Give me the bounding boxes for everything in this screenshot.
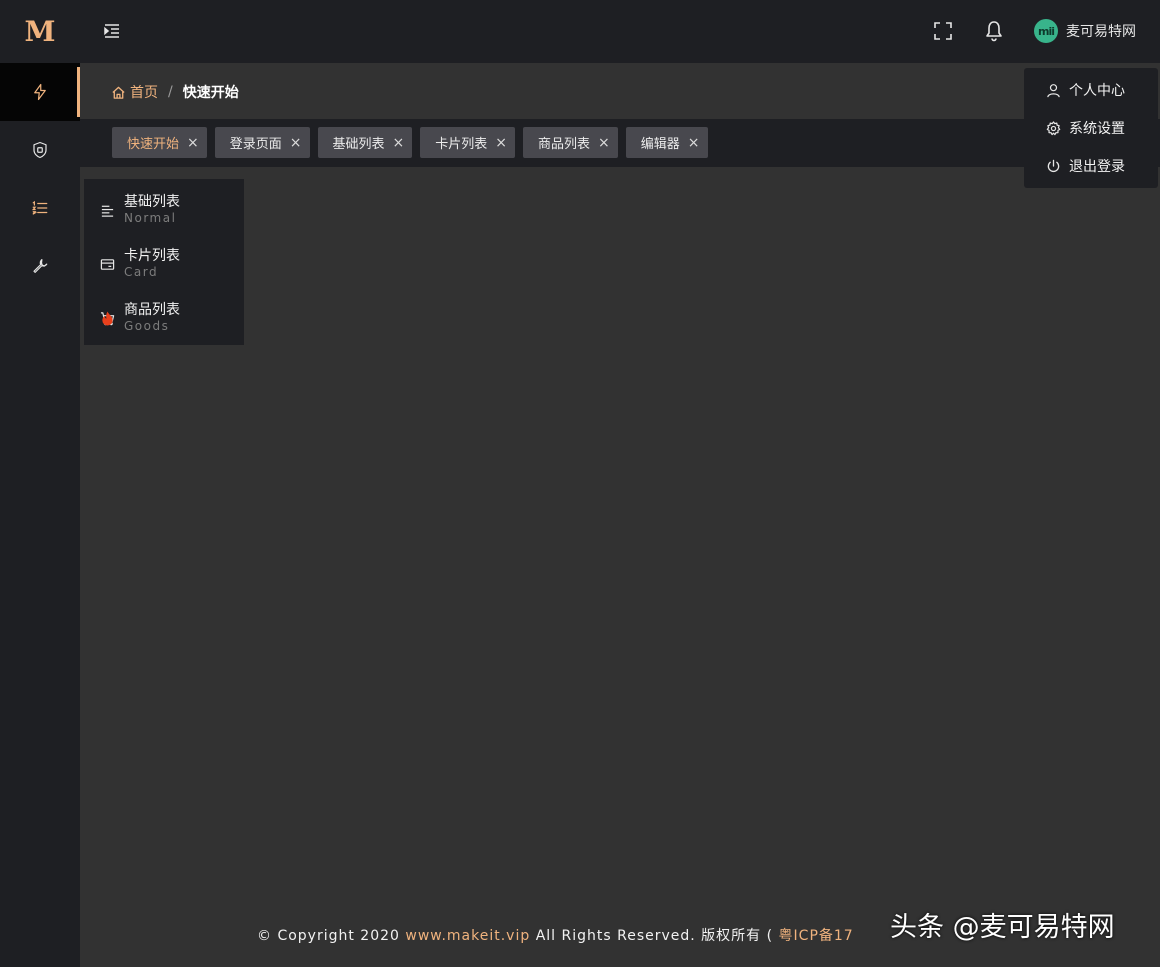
submenu-item-goods-list[interactable]: 商品列表 Goods [84, 298, 244, 352]
submenu-item-title: 商品列表 [124, 302, 180, 318]
gear-icon [1046, 120, 1061, 135]
tab-label: 登录页面 [229, 137, 282, 152]
submenu-item-basic-list[interactable]: 基础列表 Normal [84, 190, 244, 244]
dropdown-item-profile[interactable]: 个人中心 [1024, 71, 1158, 109]
user-name[interactable]: 麦可易特网 [1066, 21, 1136, 41]
fire-icon [102, 311, 113, 326]
breadcrumb-separator: / [168, 84, 173, 100]
dropdown-item-settings[interactable]: 系统设置 [1024, 109, 1158, 147]
sidebar-item-quick-start[interactable] [0, 63, 80, 121]
ordered-list-icon [31, 200, 48, 215]
top-header: mii 麦可易特网 [80, 0, 1160, 63]
submenu-item-subtitle: Normal [124, 211, 177, 225]
wrench-icon [33, 259, 48, 273]
tab-label: 卡片列表 [435, 137, 488, 152]
sidebar-item-list[interactable] [0, 179, 80, 237]
user-icon [1047, 83, 1060, 97]
fullscreen-icon[interactable] [933, 21, 953, 41]
footer-rights: All Rights Reserved. 版权所有 ( [530, 928, 779, 944]
close-icon[interactable]: × [187, 135, 199, 151]
dropdown-item-label: 个人中心 [1069, 83, 1125, 99]
lightning-icon [34, 83, 46, 101]
sidebar-item-security[interactable] [0, 121, 80, 179]
tab-editor[interactable]: 编辑器 × [625, 127, 708, 158]
close-icon[interactable]: × [290, 135, 302, 151]
sidebar: M [0, 0, 80, 967]
tab-label: 快速开始 [127, 137, 180, 152]
tab-list: 快速开始 × 登录页面 × 基础列表 × 卡片列表 × 商品列表 × 编辑器 × [112, 127, 716, 158]
close-icon[interactable]: × [598, 135, 610, 151]
breadcrumb: 首页 / 快速开始 [111, 82, 239, 102]
submenu-item-subtitle: Card [124, 265, 159, 279]
tab-goods-list[interactable]: 商品列表 × [523, 127, 618, 158]
align-left-icon [101, 205, 114, 217]
close-icon[interactable]: × [688, 135, 700, 151]
credit-card-icon [100, 259, 115, 270]
submenu-item-subtitle: Goods [124, 319, 170, 333]
footer-site-link[interactable]: www.makeit.vip [405, 928, 530, 944]
tab-label: 商品列表 [538, 137, 591, 152]
breadcrumb-current: 快速开始 [182, 85, 239, 101]
user-dropdown: 个人中心 系统设置 退出登录 [1024, 68, 1158, 188]
avatar[interactable]: mii [1034, 19, 1058, 43]
tab-card-list[interactable]: 卡片列表 × [420, 127, 515, 158]
tab-quick-start[interactable]: 快速开始 × [112, 127, 207, 158]
watermark: 头条 @麦可易特网 [890, 912, 1115, 943]
tab-login-page[interactable]: 登录页面 × [214, 127, 310, 158]
bell-icon[interactable] [984, 20, 1004, 42]
home-icon [112, 86, 125, 99]
submenu-item-card-list[interactable]: 卡片列表 Card [84, 244, 244, 298]
shield-icon [33, 141, 47, 159]
close-icon[interactable]: × [393, 135, 405, 151]
tab-label: 基础列表 [332, 137, 385, 152]
dropdown-item-logout[interactable]: 退出登录 [1024, 147, 1158, 185]
footer: © Copyright 2020 www.makeit.vip All Righ… [257, 925, 854, 945]
tab-basic-list[interactable]: 基础列表 × [317, 127, 413, 158]
app-logo[interactable]: M [0, 0, 80, 63]
submenu-item-title: 卡片列表 [124, 248, 180, 264]
breadcrumb-bar: 首页 / 快速开始 [80, 63, 1160, 119]
breadcrumb-home[interactable]: 首页 [111, 82, 158, 102]
footer-copyright: © Copyright 2020 [257, 928, 406, 944]
user-menu[interactable]: mii 麦可易特网 [1034, 19, 1136, 43]
breadcrumb-home-label: 首页 [130, 85, 158, 101]
sidebar-item-tools[interactable] [0, 237, 80, 295]
menu-indent-icon[interactable] [102, 21, 122, 41]
dropdown-item-label: 退出登录 [1069, 159, 1125, 175]
submenu-item-title: 基础列表 [124, 194, 180, 210]
tab-label: 编辑器 [640, 137, 680, 152]
list-submenu: 基础列表 Normal 卡片列表 Card 商品列表 Goods [84, 179, 244, 345]
power-icon [1047, 159, 1060, 172]
footer-icp-link[interactable]: 粤ICP备17 [779, 928, 854, 944]
close-icon[interactable]: × [495, 135, 507, 151]
dropdown-item-label: 系统设置 [1069, 121, 1125, 137]
tab-bar: 快速开始 × 登录页面 × 基础列表 × 卡片列表 × 商品列表 × 编辑器 × [80, 119, 1160, 167]
